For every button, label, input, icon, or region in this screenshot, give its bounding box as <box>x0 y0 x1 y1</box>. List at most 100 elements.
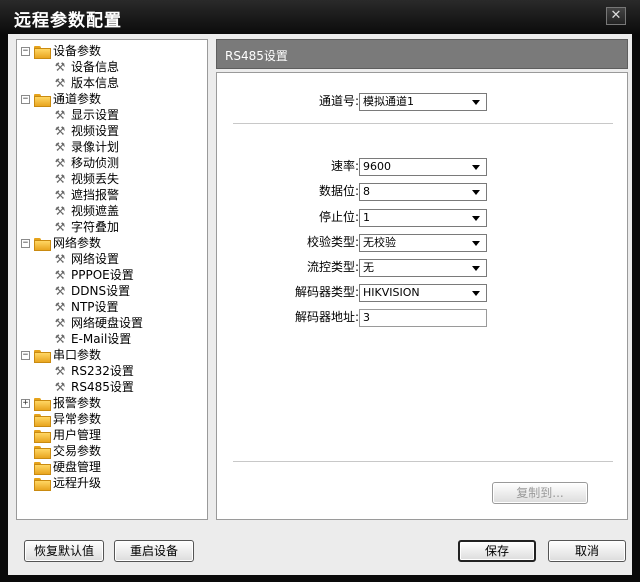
tree-group-4[interactable]: − 串口参数 <box>21 347 101 363</box>
collapse-icon[interactable]: − <box>21 94 30 104</box>
flow-control-select-value: 无 <box>363 261 374 274</box>
wrench-icon: ⚒ <box>54 108 66 122</box>
folder-icon <box>34 237 51 251</box>
save-button[interactable]: 保存 <box>458 540 536 562</box>
wrench-icon: ⚒ <box>54 60 66 74</box>
tree-item-label: RS232设置 <box>71 364 134 378</box>
decoder-type-select[interactable]: HIKVISION <box>359 284 487 302</box>
tree-group-8[interactable]: 交易参数 <box>21 443 101 459</box>
tree-item-label: RS485设置 <box>71 379 134 395</box>
tree-group-10[interactable]: 远程升级 <box>21 475 101 491</box>
tree-item[interactable]: ⚒ 显示设置 <box>53 107 119 123</box>
folder-icon <box>34 445 51 459</box>
decoder-address-input[interactable]: 3 <box>359 309 487 327</box>
folder-icon <box>34 93 51 107</box>
close-button[interactable]: ✕ <box>606 7 626 25</box>
rs485-settings-panel: 通道号: 模拟通道1 速率: 9600 数据位: 8 停止位: 1 校验类型: … <box>216 72 628 520</box>
tree-group-label: 设备参数 <box>53 44 102 58</box>
chevron-down-icon <box>472 291 480 296</box>
divider <box>233 123 613 124</box>
chevron-down-icon <box>472 266 480 271</box>
collapse-icon[interactable]: − <box>21 238 30 248</box>
tree-item-label: NTP设置 <box>71 300 119 314</box>
tree-group-1[interactable]: − 设备参数 <box>21 43 101 59</box>
tree-item-label: PPPOE设置 <box>71 268 134 282</box>
tree-item[interactable]: ⚒ 网络设置 <box>53 251 119 267</box>
tree-item[interactable]: ⚒ 版本信息 <box>53 75 119 91</box>
decoder-address-label: 解码器地址: <box>294 310 359 324</box>
expand-icon[interactable]: + <box>21 398 30 408</box>
folder-icon <box>34 461 51 475</box>
tree-item[interactable]: ⚒ 视频遮盖 <box>53 203 119 219</box>
channel-label: 通道号: <box>318 94 359 108</box>
tree-item-label: DDNS设置 <box>71 284 131 298</box>
wrench-icon: ⚒ <box>54 188 66 202</box>
wrench-icon: ⚒ <box>54 204 66 218</box>
wrench-icon: ⚒ <box>54 268 66 282</box>
tree-group-9[interactable]: 硬盘管理 <box>21 459 101 475</box>
parity-label: 校验类型: <box>306 235 359 249</box>
remote-config-window: 远程参数配置 ✕ − 设备参数 ⚒ 设备信息 ⚒ 版本信息 − 通道参数 ⚒ 显示设置 ⚒ 视频设置 ⚒… <box>0 0 640 582</box>
stop-bits-label: 停止位: <box>318 210 359 224</box>
tree-item[interactable]: ⚒ 视频丢失 <box>53 171 119 187</box>
tree-group-3[interactable]: − 网络参数 <box>21 235 101 251</box>
tree-item[interactable]: ⚒ 视频设置 <box>53 123 119 139</box>
tree-item[interactable]: ⚒ RS485设置 <box>53 379 134 395</box>
wrench-icon: ⚒ <box>54 252 66 266</box>
tree-group-7[interactable]: 用户管理 <box>21 427 101 443</box>
wrench-icon: ⚒ <box>54 156 66 170</box>
window-title: 远程参数配置 <box>14 11 122 31</box>
channel-select[interactable]: 模拟通道1 <box>359 93 487 111</box>
baud-select[interactable]: 9600 <box>359 158 487 176</box>
folder-icon <box>34 349 51 363</box>
chevron-down-icon <box>472 100 480 105</box>
tree-item[interactable]: ⚒ 移动侦测 <box>53 155 119 171</box>
tree-group-5[interactable]: + 报警参数 <box>21 395 101 411</box>
tree-item[interactable]: ⚒ PPPOE设置 <box>53 267 134 283</box>
wrench-icon: ⚒ <box>54 380 66 394</box>
tree-item[interactable]: ⚒ E-Mail设置 <box>53 331 132 347</box>
channel-select-value: 模拟通道1 <box>363 95 414 108</box>
stop-bits-select-value: 1 <box>363 211 370 224</box>
folder-icon <box>34 45 51 59</box>
tree-group-6[interactable]: 异常参数 <box>21 411 101 427</box>
baud-label: 速率: <box>330 159 359 173</box>
wrench-icon: ⚒ <box>54 316 66 330</box>
divider <box>233 461 613 462</box>
tree-item[interactable]: ⚒ 遮挡报警 <box>53 187 119 203</box>
tree-item[interactable]: ⚒ 网络硬盘设置 <box>53 315 143 331</box>
cancel-button[interactable]: 取消 <box>548 540 626 562</box>
tree-item[interactable]: ⚒ RS232设置 <box>53 363 134 379</box>
tree-group-label: 串口参数 <box>53 348 102 362</box>
tree-group-2[interactable]: − 通道参数 <box>21 91 101 107</box>
tree-item[interactable]: ⚒ 设备信息 <box>53 59 119 75</box>
parity-select[interactable]: 无校验 <box>359 234 487 252</box>
tree-item[interactable]: ⚒ NTP设置 <box>53 299 119 315</box>
folder-icon <box>34 477 51 491</box>
wrench-icon: ⚒ <box>54 220 66 234</box>
decoder-type-label: 解码器类型: <box>294 285 359 299</box>
tree-group-label: 交易参数 <box>53 444 102 458</box>
restore-defaults-button[interactable]: 恢复默认值 <box>24 540 104 562</box>
tree-item-label: 设备信息 <box>71 60 120 74</box>
tree-group-label: 硬盘管理 <box>53 460 102 474</box>
tree-item[interactable]: ⚒ 录像计划 <box>53 139 119 155</box>
data-bits-select[interactable]: 8 <box>359 183 487 201</box>
folder-icon <box>34 429 51 443</box>
decoder-type-select-value: HIKVISION <box>363 286 420 299</box>
tree-group-label: 用户管理 <box>53 428 102 442</box>
collapse-icon[interactable]: − <box>21 46 30 56</box>
flow-control-select[interactable]: 无 <box>359 259 487 277</box>
tree-item[interactable]: ⚒ DDNS设置 <box>53 283 130 299</box>
stop-bits-select[interactable]: 1 <box>359 209 487 227</box>
settings-tree[interactable]: − 设备参数 ⚒ 设备信息 ⚒ 版本信息 − 通道参数 ⚒ 显示设置 ⚒ 视频设置 ⚒ 录像计划 ⚒ 移动侦测… <box>16 39 208 520</box>
tree-item[interactable]: ⚒ 字符叠加 <box>53 219 119 235</box>
tree-item-label: 视频设置 <box>71 124 120 138</box>
data-bits-select-value: 8 <box>363 185 370 198</box>
folder-icon <box>34 397 51 411</box>
title-bar[interactable]: 远程参数配置 ✕ <box>0 0 640 34</box>
reboot-device-button[interactable]: 重启设备 <box>114 540 194 562</box>
tree-group-label: 通道参数 <box>53 92 102 106</box>
copy-to-button[interactable]: 复制到... <box>492 482 588 504</box>
collapse-icon[interactable]: − <box>21 350 30 360</box>
